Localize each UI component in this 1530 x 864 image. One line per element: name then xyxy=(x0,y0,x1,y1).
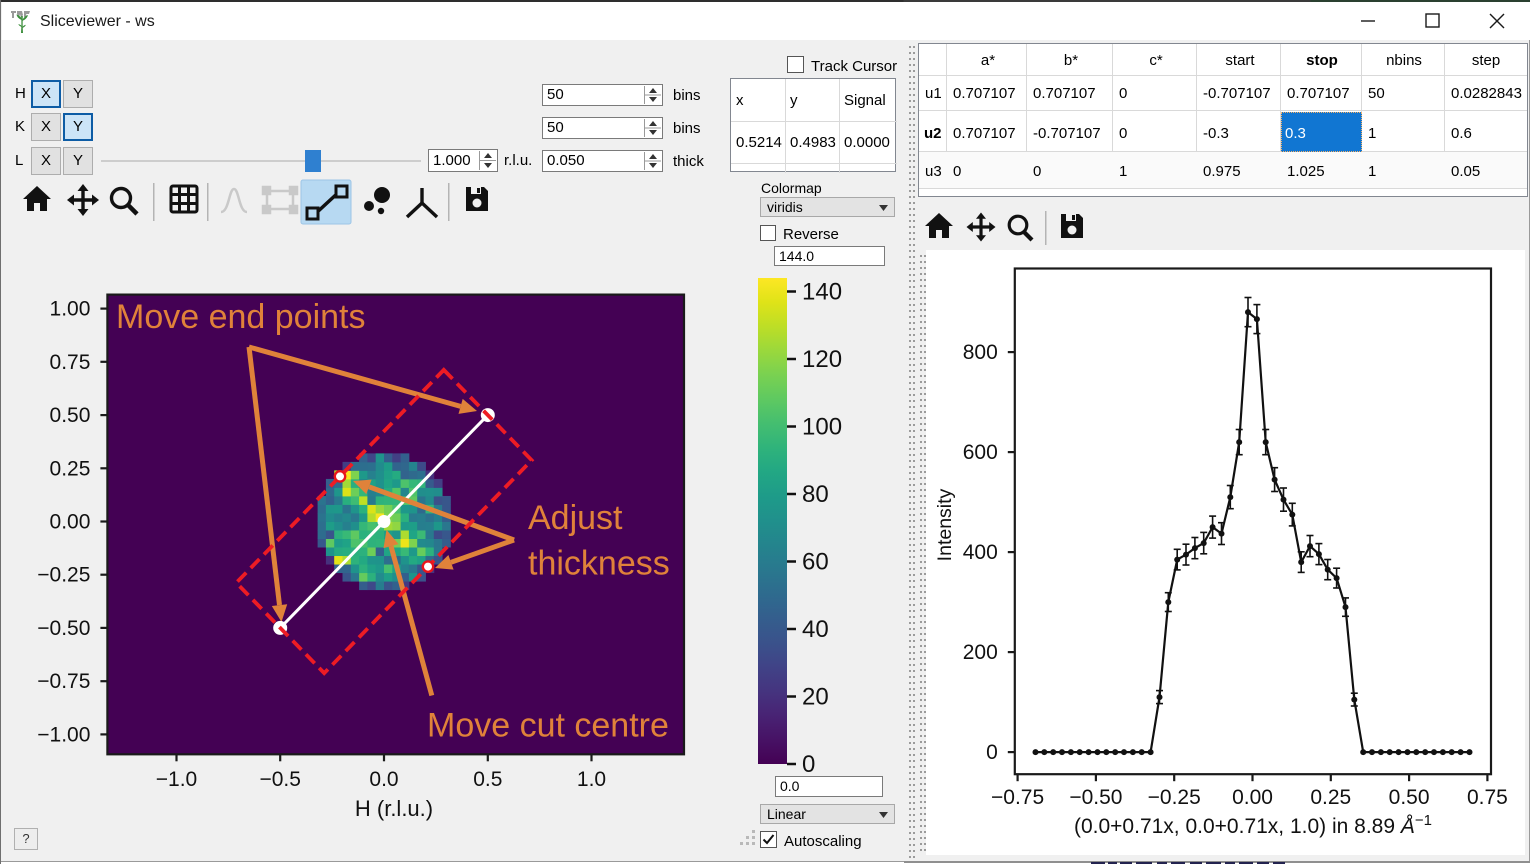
svg-text:(0.0+0.71x, 0.0+0.71x, 1.0) in: (0.0+0.71x, 0.0+0.71x, 1.0) in 8.89 Å−1 xyxy=(1074,812,1432,838)
svg-text:0.0: 0.0 xyxy=(369,768,398,791)
svg-text:−1.0: −1.0 xyxy=(156,768,197,791)
svg-text:−0.25: −0.25 xyxy=(1148,786,1201,809)
svg-text:0.50: 0.50 xyxy=(50,404,91,427)
svg-text:−0.25: −0.25 xyxy=(37,564,90,587)
svg-text:−0.75: −0.75 xyxy=(991,786,1044,809)
svg-text:−0.50: −0.50 xyxy=(37,617,90,640)
svg-text:0.00: 0.00 xyxy=(50,511,91,534)
svg-text:1.0: 1.0 xyxy=(577,768,606,791)
svg-text:0.75: 0.75 xyxy=(1467,786,1508,809)
svg-text:−0.50: −0.50 xyxy=(1069,786,1122,809)
svg-text:−0.75: −0.75 xyxy=(37,670,90,693)
svg-text:600: 600 xyxy=(963,441,998,464)
svg-text:H (r.l.u.): H (r.l.u.) xyxy=(355,796,433,821)
svg-text:thickness: thickness xyxy=(528,545,670,583)
svg-text:Adjust: Adjust xyxy=(528,499,623,537)
svg-text:0.25: 0.25 xyxy=(1310,786,1351,809)
svg-text:0.00: 0.00 xyxy=(1232,786,1273,809)
svg-text:Move cut centre: Move cut centre xyxy=(427,707,669,745)
svg-text:400: 400 xyxy=(963,541,998,564)
svg-text:0.25: 0.25 xyxy=(50,457,91,480)
svg-text:−0.5: −0.5 xyxy=(259,768,300,791)
svg-text:−1.00: −1.00 xyxy=(37,723,90,746)
svg-text:0.5: 0.5 xyxy=(473,768,502,791)
svg-text:1.00: 1.00 xyxy=(50,298,91,321)
svg-text:0.50: 0.50 xyxy=(1389,786,1430,809)
svg-text:Move end points: Move end points xyxy=(116,298,366,336)
svg-text:800: 800 xyxy=(963,341,998,364)
svg-text:200: 200 xyxy=(963,641,998,664)
svg-text:0: 0 xyxy=(986,741,998,764)
svg-text:Intensity: Intensity xyxy=(934,488,956,561)
svg-text:0.75: 0.75 xyxy=(50,351,91,374)
